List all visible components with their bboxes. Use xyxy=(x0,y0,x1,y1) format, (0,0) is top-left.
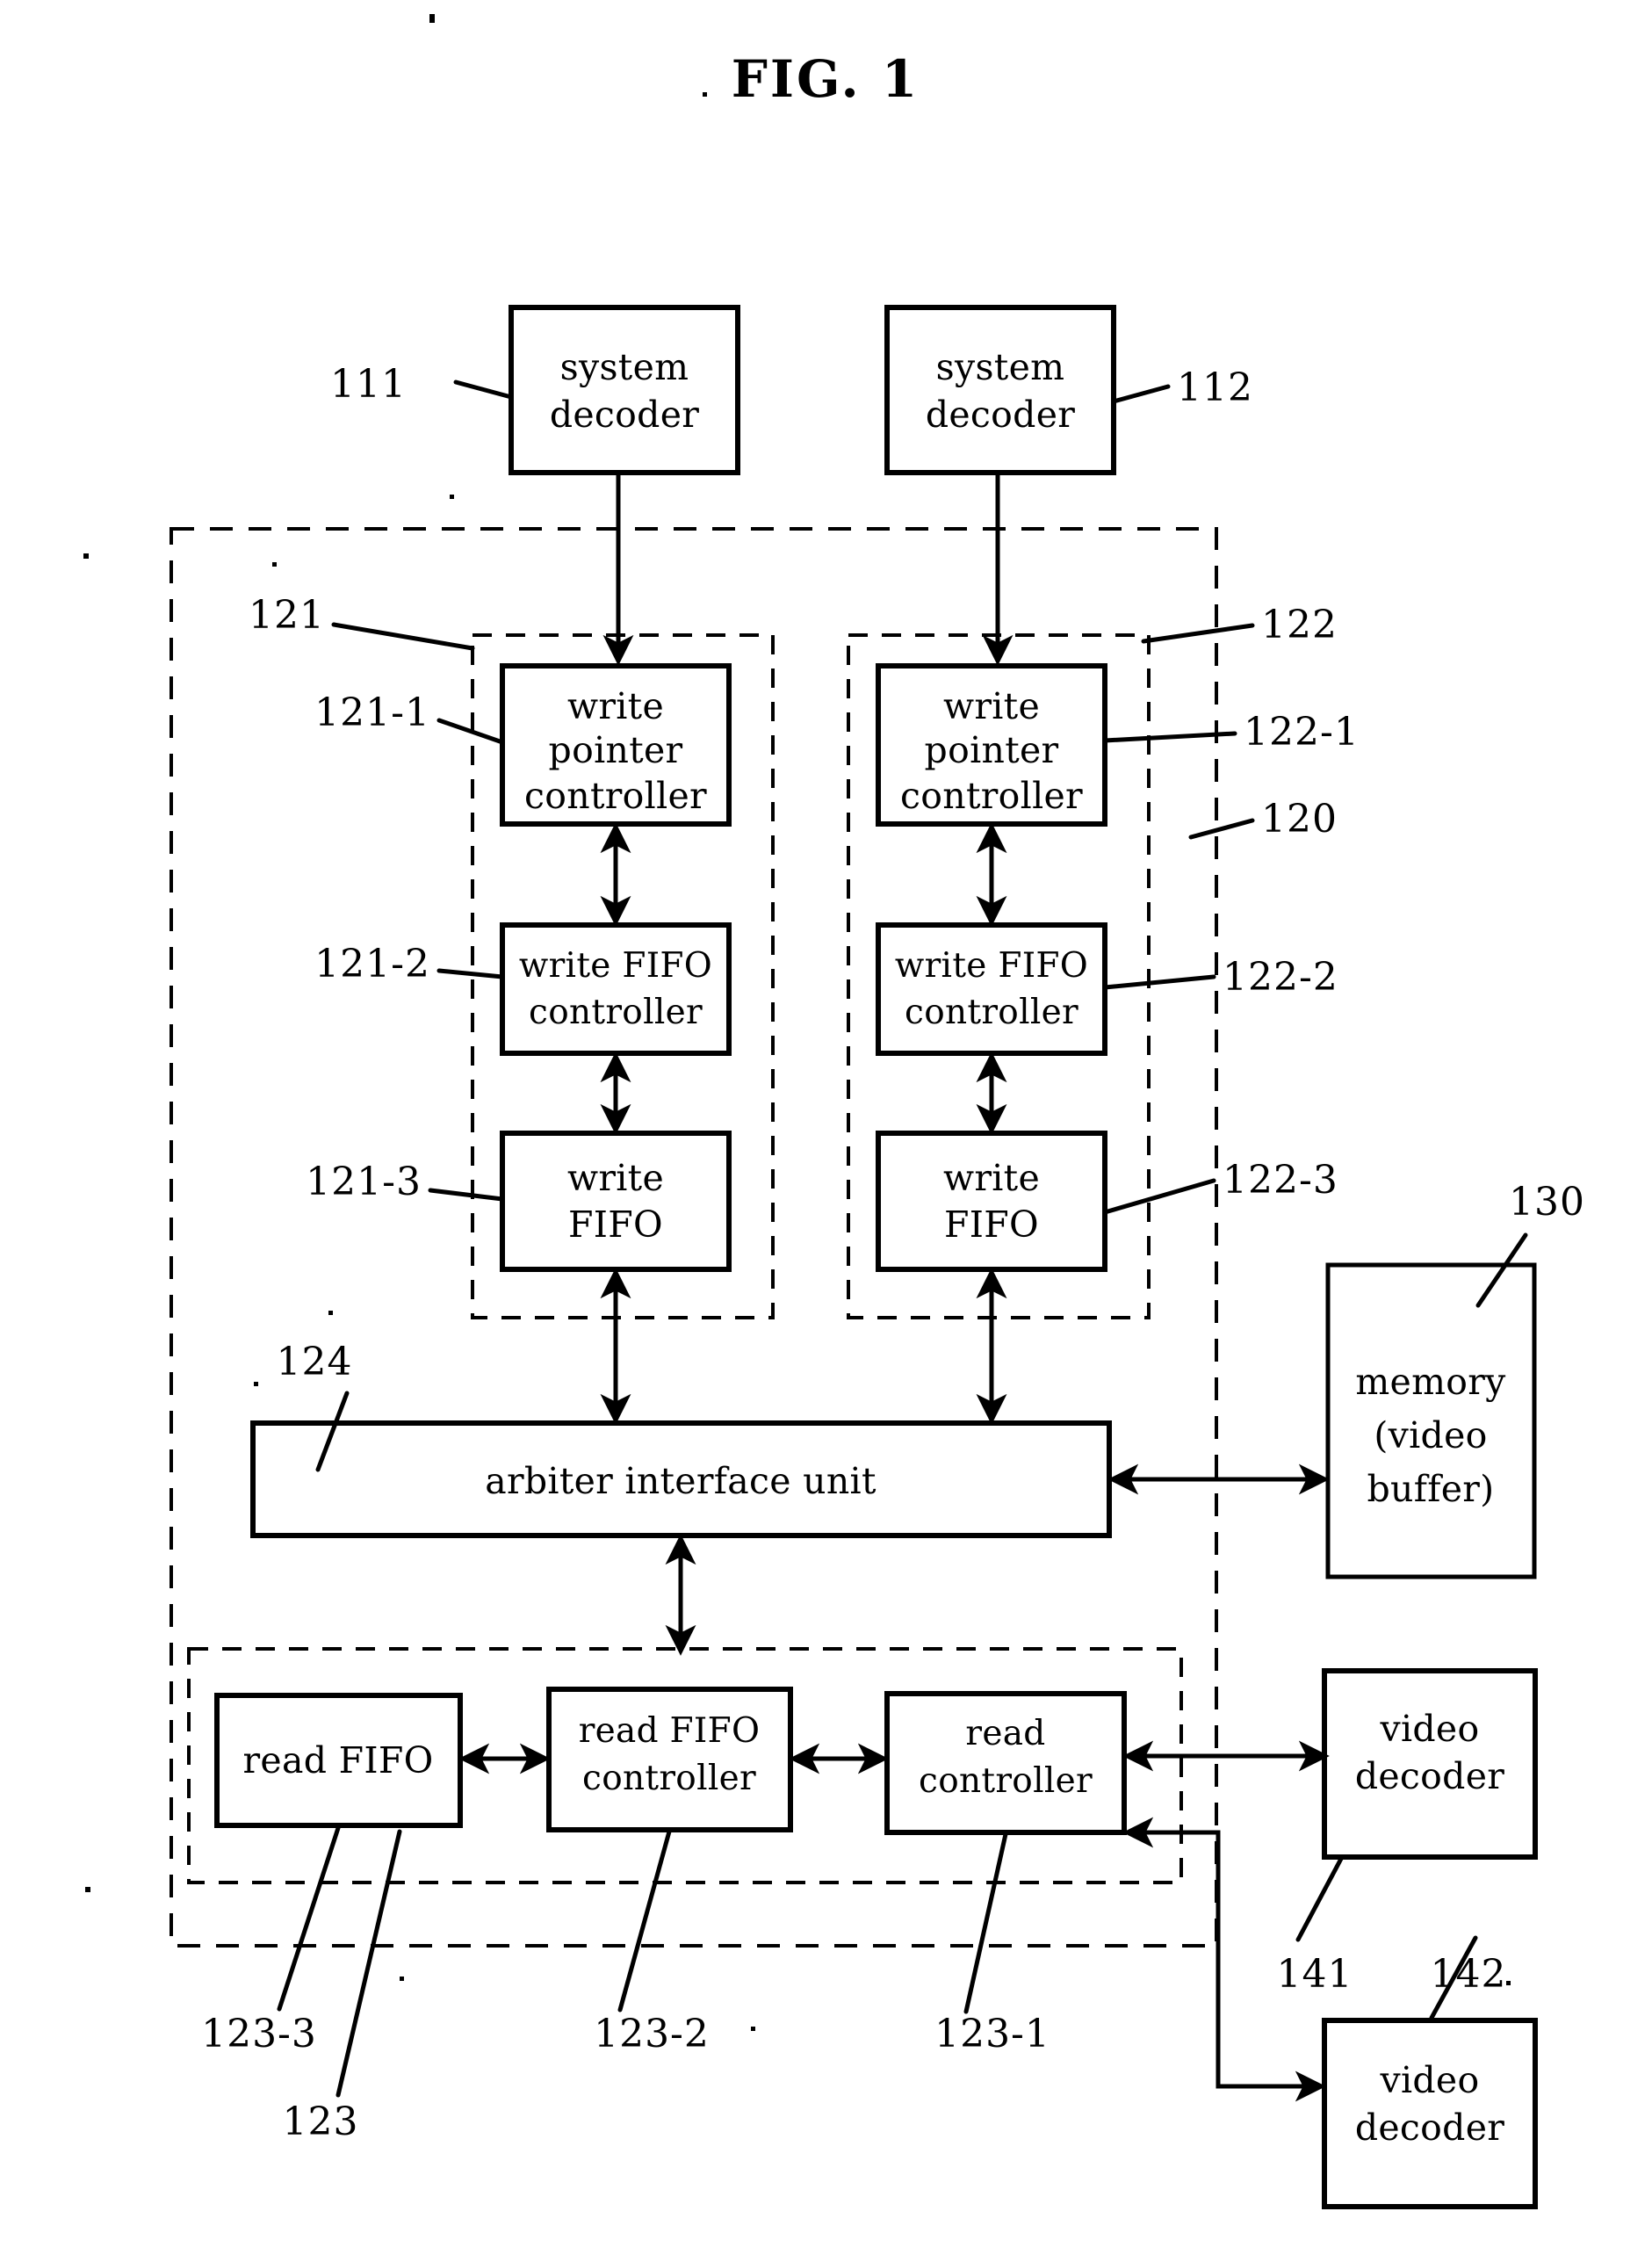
system-decoder-2-label-line2: decoder xyxy=(926,394,1075,436)
system-decoder-2-label-line1: system xyxy=(936,346,1065,388)
scan-speck xyxy=(85,1887,90,1892)
refnum-142: 142 xyxy=(1431,1952,1507,1997)
vd2-label-line1: video xyxy=(1380,2059,1480,2101)
scan-speck xyxy=(429,14,435,23)
refnum-120: 120 xyxy=(1261,797,1338,842)
scan-speck xyxy=(254,1382,258,1386)
read-fifo-label: read FIFO xyxy=(243,1739,434,1781)
vd1-label-line2: decoder xyxy=(1355,1755,1504,1797)
system-decoder-2-box[interactable] xyxy=(884,305,1116,475)
scan-speck xyxy=(1506,1981,1511,1985)
figure-canvas: FIG. 1 system decoder system decoder wri… xyxy=(0,0,1652,2262)
scan-speck xyxy=(703,92,707,97)
patent-figure-diagram: FIG. 1 system decoder system decoder wri… xyxy=(0,0,1652,2262)
refnum-112: 112 xyxy=(1177,365,1253,410)
scan-speck xyxy=(328,1311,333,1315)
scan-speck xyxy=(751,2027,755,2031)
wpc2-label-line3: controller xyxy=(900,775,1083,817)
wfc1-label-line2: controller xyxy=(529,993,703,1032)
system-decoder-1-label-line1: system xyxy=(560,346,689,388)
vd1-label-line1: video xyxy=(1380,1708,1480,1750)
scan-speck xyxy=(450,495,454,499)
wpc1-label-line3: controller xyxy=(524,775,707,817)
wfc2-label-line2: controller xyxy=(905,993,1078,1032)
refnum-122-1: 122-1 xyxy=(1244,710,1360,755)
arbiter-interface-unit-label: arbiter interface unit xyxy=(485,1460,876,1502)
write-fifo-controller-1-box[interactable] xyxy=(500,922,732,1056)
rfc-label-line2: controller xyxy=(582,1759,756,1798)
wpc1-label-line1: write xyxy=(567,685,664,727)
page-background xyxy=(0,0,1652,2262)
refnum-121-1: 121-1 xyxy=(314,690,430,735)
refnum-121-2: 121-2 xyxy=(314,942,430,986)
refnum-141: 141 xyxy=(1277,1952,1353,1997)
write-fifo-1-box[interactable] xyxy=(500,1131,732,1272)
refnum-111: 111 xyxy=(330,362,407,407)
refnum-123: 123 xyxy=(283,2099,359,2144)
refnum-130: 130 xyxy=(1509,1180,1585,1225)
rc-label-line1: read xyxy=(965,1714,1045,1753)
scan-speck xyxy=(400,1977,404,1981)
wf1-label-line1: write xyxy=(567,1157,664,1199)
refnum-124: 124 xyxy=(277,1340,353,1384)
refnum-123-1: 123-1 xyxy=(934,2012,1050,2056)
refnum-122-2: 122-2 xyxy=(1223,955,1338,1000)
wf2-label-line1: write xyxy=(943,1157,1040,1199)
refnum-121-3: 121-3 xyxy=(306,1160,422,1204)
scan-speck xyxy=(272,562,277,567)
system-decoder-1-label-line2: decoder xyxy=(550,394,699,436)
wfc1-label-line1: write FIFO xyxy=(519,946,712,986)
wfc2-label-line1: write FIFO xyxy=(895,946,1088,986)
vd2-label-line2: decoder xyxy=(1355,2107,1504,2149)
memory-label-line3: buffer) xyxy=(1367,1468,1495,1510)
scan-speck xyxy=(83,553,89,559)
wpc2-label-line2: pointer xyxy=(925,729,1059,771)
rfc-label-line1: read FIFO xyxy=(579,1711,761,1751)
memory-label-line1: memory xyxy=(1355,1361,1506,1403)
rc-label-line2: controller xyxy=(919,1761,1093,1801)
write-fifo-2-box[interactable] xyxy=(876,1131,1107,1272)
memory-label-line2: (video xyxy=(1374,1414,1487,1456)
write-fifo-controller-2-box[interactable] xyxy=(876,922,1107,1056)
figure-title: FIG. 1 xyxy=(732,49,920,109)
wf2-label-line2: FIFO xyxy=(944,1203,1039,1246)
refnum-122: 122 xyxy=(1261,603,1338,647)
refnum-121: 121 xyxy=(249,593,325,638)
refnum-123-3: 123-3 xyxy=(201,2012,317,2056)
refnum-123-2: 123-2 xyxy=(594,2012,710,2056)
refnum-122-3: 122-3 xyxy=(1223,1158,1338,1203)
wpc1-label-line2: pointer xyxy=(549,729,683,771)
system-decoder-1-box[interactable] xyxy=(509,305,740,475)
wpc2-label-line1: write xyxy=(943,685,1040,727)
wf1-label-line2: FIFO xyxy=(568,1203,663,1246)
